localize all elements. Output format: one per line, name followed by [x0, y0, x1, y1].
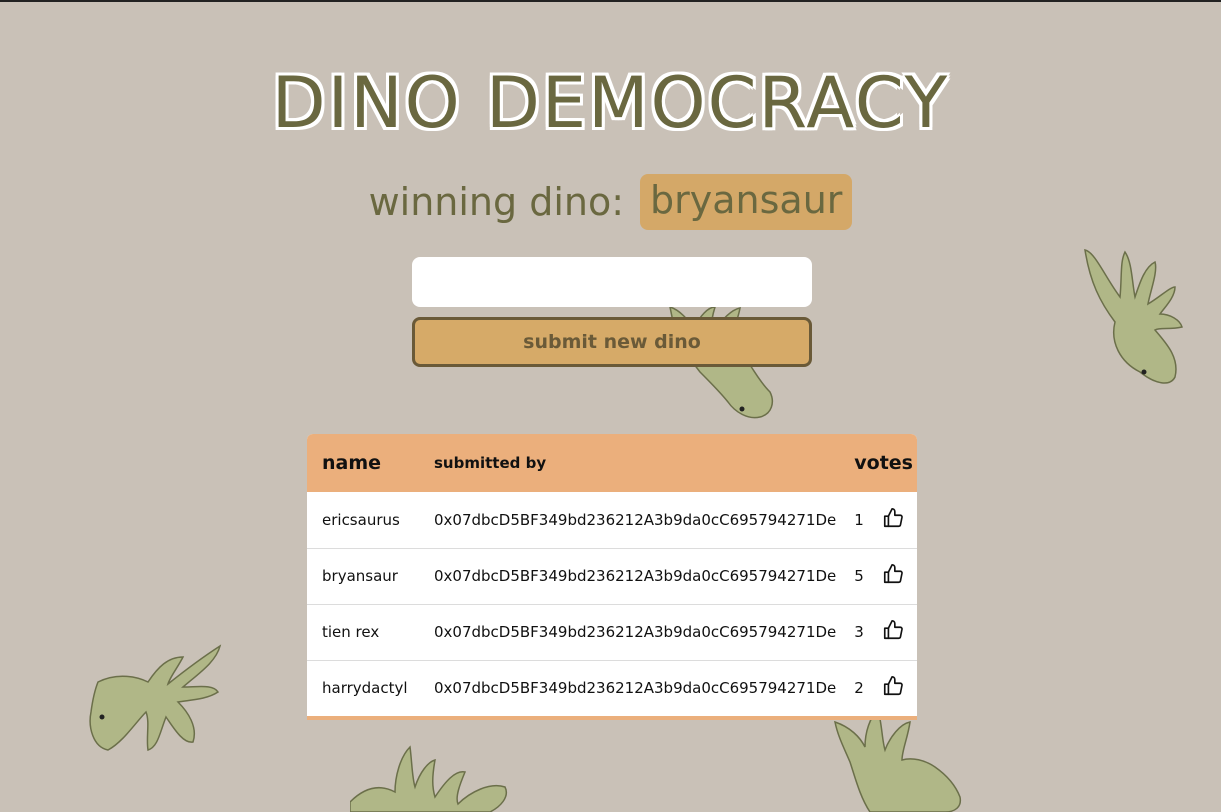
submitter-address-cell: 0x07dbcD5BF349bd236212A3b9da0cC695794271… — [434, 567, 837, 585]
dino-name-cell: ericsaurus — [322, 510, 400, 529]
thumbs-up-icon[interactable] — [882, 507, 904, 529]
table-row: tien rex 0x07dbcD5BF349bd236212A3b9da0cC… — [307, 604, 917, 660]
vote-count-cell: 3 — [854, 623, 864, 641]
vote-count-cell: 5 — [854, 567, 864, 585]
winning-dino-banner: winning dino: bryansaur — [0, 174, 1221, 230]
table-row: harrydactyl 0x07dbcD5BF349bd236212A3b9da… — [307, 660, 917, 716]
submitter-address-cell: 0x07dbcD5BF349bd236212A3b9da0cC695794271… — [434, 623, 837, 641]
dino-hand-decoration-right — [1084, 249, 1183, 384]
header-submitted-by: submitted by — [434, 454, 547, 472]
winning-dino-name: bryansaur — [640, 174, 853, 230]
thumbs-up-icon[interactable] — [882, 619, 904, 641]
thumbs-up-icon[interactable] — [882, 675, 904, 697]
dino-table: name submitted by votes ericsaurus 0x07d… — [307, 434, 917, 720]
header-votes: votes — [854, 452, 913, 474]
dino-name-cell: bryansaur — [322, 567, 398, 585]
vote-count-cell: 1 — [854, 510, 864, 529]
vote-count-cell: 2 — [854, 679, 864, 698]
page-title: DINO DEMOCRACY — [271, 62, 950, 144]
thumbs-up-icon[interactable] — [882, 563, 904, 585]
header-name: name — [322, 452, 382, 474]
submit-new-dino-button[interactable]: submit new dino — [412, 317, 812, 367]
table-header-row: name submitted by votes — [307, 434, 917, 492]
dino-hand-decoration-left — [89, 644, 222, 751]
new-dino-name-input[interactable] — [412, 257, 812, 307]
table-row: bryansaur 0x07dbcD5BF349bd236212A3b9da0c… — [307, 548, 917, 604]
submitter-address-cell: 0x07dbcD5BF349bd236212A3b9da0cC695794271… — [434, 510, 837, 529]
submitter-address-cell: 0x07dbcD5BF349bd236212A3b9da0cC695794271… — [434, 679, 837, 698]
winning-dino-label: winning dino: — [368, 180, 625, 224]
dino-name-cell: harrydactyl — [322, 679, 408, 698]
table-row: ericsaurus 0x07dbcD5BF349bd236212A3b9da0… — [307, 492, 917, 548]
dino-hand-decoration-bottom-left — [350, 745, 507, 812]
dino-name-cell: tien rex — [322, 623, 380, 641]
